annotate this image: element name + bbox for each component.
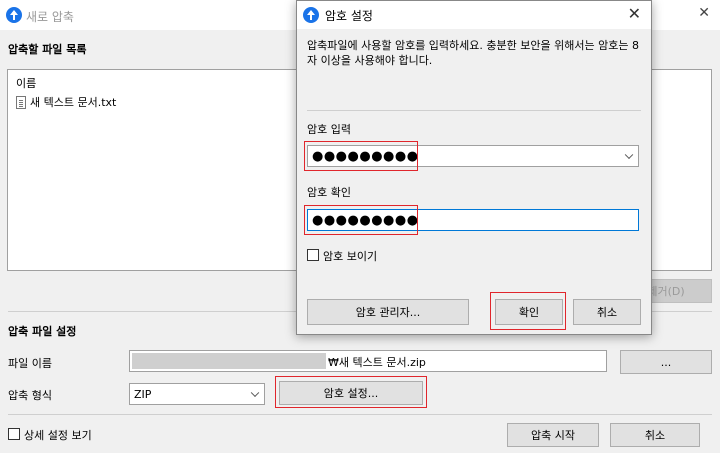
password-value: ●●●●●●●●● <box>312 148 419 164</box>
password-settings-button[interactable]: 암호 설정... <box>279 381 423 405</box>
password-manager-button[interactable]: 암호 관리자... <box>307 299 469 325</box>
show-password-checkbox[interactable] <box>307 249 319 261</box>
browse-button[interactable]: ... <box>620 350 712 374</box>
chevron-down-icon <box>250 388 260 398</box>
password-dialog: 암호 설정 ✕ 압축파일에 사용할 암호를 입력하세요. 충분한 보안을 위해서… <box>296 0 652 335</box>
browse-button-label: ... <box>660 355 672 369</box>
file-name: 새 텍스트 문서.txt <box>30 96 117 109</box>
password-manager-button-label: 암호 관리자... <box>355 306 421 319</box>
filename-label: 파일 이름 <box>8 357 52 370</box>
file-list-title: 압축할 파일 목록 <box>8 43 87 56</box>
format-label: 압축 형식 <box>8 389 52 402</box>
cancel-button[interactable]: 취소 <box>610 423 700 447</box>
password-input[interactable]: ●●●●●●●●● <box>307 145 639 167</box>
window-title: 새로 압축 <box>26 10 74 24</box>
list-item[interactable]: 새 텍스트 문서.txt <box>16 94 116 110</box>
bandizip-logo-icon <box>303 7 319 23</box>
confirm-label: 암호 확인 <box>307 186 351 199</box>
filename-value: ₩새 텍스트 문서.zip <box>328 356 426 369</box>
dialog-titlebar: 암호 설정 ✕ <box>297 1 651 29</box>
dialog-title: 암호 설정 <box>325 9 373 23</box>
text-file-icon <box>16 95 26 109</box>
advanced-checkbox-label: 상세 설정 보기 <box>24 429 92 442</box>
start-compress-button-label: 압축 시작 <box>531 429 575 442</box>
window-close-icon[interactable]: ✕ <box>698 5 710 21</box>
show-password-label: 암호 보이기 <box>323 250 378 263</box>
dialog-cancel-button[interactable]: 취소 <box>573 299 641 325</box>
password-label: 암호 입력 <box>307 123 351 136</box>
ok-button[interactable]: 확인 <box>495 299 563 325</box>
dialog-cancel-button-label: 취소 <box>596 306 618 319</box>
divider <box>307 110 641 111</box>
start-compress-button[interactable]: 압축 시작 <box>507 423 599 447</box>
ok-button-label: 확인 <box>518 306 540 319</box>
settings-title: 압축 파일 설정 <box>8 325 77 338</box>
password-settings-button-label: 암호 설정... <box>323 387 379 400</box>
bandizip-logo-icon <box>6 7 22 23</box>
filename-input[interactable]: ₩새 텍스트 문서.zip <box>129 350 607 372</box>
format-value: ZIP <box>134 387 152 401</box>
confirm-input[interactable]: ●●●●●●●●● <box>307 209 639 231</box>
format-select[interactable]: ZIP <box>129 383 265 405</box>
remove-button-label: 제거(D) <box>647 285 685 298</box>
cancel-button-label: 취소 <box>644 429 666 442</box>
dialog-close-icon[interactable]: ✕ <box>628 4 641 23</box>
redacted-path <box>132 353 326 369</box>
divider <box>8 414 712 415</box>
column-header-name[interactable]: 이름 <box>16 75 36 91</box>
confirm-value: ●●●●●●●●● <box>312 212 419 228</box>
advanced-checkbox[interactable] <box>8 428 20 440</box>
dialog-description: 압축파일에 사용할 암호를 입력하세요. 충분한 보안을 위해서는 암호는 8자… <box>307 39 639 67</box>
chevron-down-icon[interactable] <box>624 150 634 160</box>
